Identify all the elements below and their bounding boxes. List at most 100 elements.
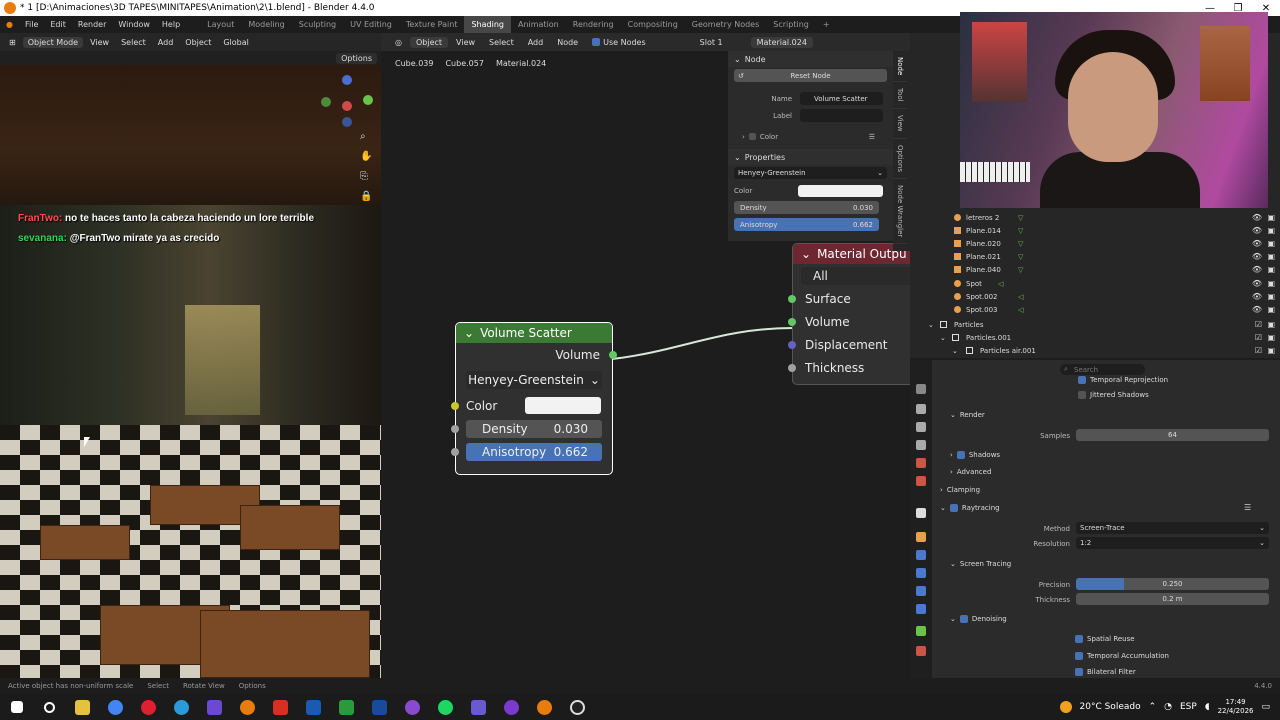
chevron-down-icon[interactable]: ⌄	[928, 321, 934, 329]
color-swatch[interactable]	[798, 184, 883, 197]
mode-selector[interactable]: Object Mode	[22, 36, 84, 48]
editor-type-icon[interactable]: ⊞	[4, 37, 21, 48]
camera-icon[interactable]: ▣	[1267, 265, 1275, 274]
density-field[interactable]: Density 0.030	[466, 420, 602, 438]
taskbar-app[interactable]	[495, 694, 528, 720]
volume-scatter-node[interactable]: ⌄ Volume Scatter Volume Henyey-Greenstei…	[451, 322, 617, 475]
taskbar-app[interactable]	[363, 694, 396, 720]
language-indicator[interactable]: ESP	[1180, 702, 1197, 712]
tab-modeling[interactable]: Modeling	[241, 16, 291, 33]
add-workspace-button[interactable]: +	[816, 16, 837, 33]
outliner-row[interactable]: ⌄ Particles air.001 ☑ ▣	[910, 344, 1280, 357]
precision-slider[interactable]: 0.250	[1076, 578, 1269, 590]
tab-node-wrangler[interactable]: Node Wrangler	[893, 179, 907, 244]
view-layer-tab-icon[interactable]	[916, 440, 926, 450]
weather-label[interactable]: 20°C Soleado	[1080, 702, 1141, 712]
outliner-row[interactable]: Spot.002 ◁ 👁 ▣	[910, 290, 1280, 303]
eye-icon[interactable]: 👁	[1252, 279, 1262, 288]
gizmo-neg-y-icon[interactable]	[321, 97, 331, 107]
eye-icon[interactable]: 👁	[1252, 305, 1262, 314]
tab-animation[interactable]: Animation	[511, 16, 566, 33]
options-dropdown[interactable]: Options	[336, 53, 377, 64]
tray-chevron-icon[interactable]: ⌃	[1149, 702, 1157, 712]
temporal-accumulation-checkbox[interactable]: Temporal Accumulation	[1075, 649, 1169, 663]
lock-icon[interactable]: 🔒	[360, 191, 372, 202]
tab-compositing[interactable]: Compositing	[621, 16, 685, 33]
taskbar-app[interactable]	[264, 694, 297, 720]
target-dropdown[interactable]: All	[801, 266, 910, 285]
gizmo-y-icon[interactable]	[363, 95, 373, 105]
taskbar-app[interactable]	[66, 694, 99, 720]
displacement-input-socket[interactable]	[788, 341, 796, 349]
label-field[interactable]	[800, 109, 883, 122]
density-input-socket[interactable]	[451, 425, 459, 433]
color-swatch[interactable]	[525, 397, 601, 414]
tab-options[interactable]: Options	[893, 139, 907, 179]
samples-field[interactable]: 64	[1076, 429, 1269, 441]
color-subpanel-row[interactable]: › Color ☰	[728, 128, 893, 145]
checkbox-icon[interactable]: ☑	[1255, 346, 1262, 355]
eye-icon[interactable]: 👁	[1252, 226, 1262, 235]
eye-icon[interactable]: 👁	[1252, 265, 1262, 274]
camera-icon[interactable]: ▣	[1267, 252, 1275, 261]
reset-node-button[interactable]: ↺ Reset Node	[734, 69, 887, 82]
tab-rendering[interactable]: Rendering	[566, 16, 621, 33]
chevron-down-icon[interactable]: ⌄	[940, 334, 946, 342]
start-button[interactable]	[0, 694, 33, 720]
list-icon[interactable]: ☰	[869, 133, 875, 141]
checkbox-icon[interactable]	[949, 504, 958, 512]
pan-hand-icon[interactable]: ✋	[360, 151, 372, 162]
node-header[interactable]: ⌄ Volume Scatter	[456, 323, 612, 343]
menu-add[interactable]: Add	[153, 37, 179, 48]
particles-tab-icon[interactable]	[916, 568, 926, 578]
taskbar-app[interactable]	[330, 694, 363, 720]
raytracing-panel-header[interactable]: ⌄ Raytracing	[940, 501, 1000, 515]
anisotropy-field[interactable]: Anisotropy 0.662	[466, 443, 602, 461]
tab-layout[interactable]: Layout	[200, 16, 241, 33]
collapse-chevron-icon[interactable]: ⌄	[464, 326, 474, 340]
menu-render[interactable]: Render	[72, 20, 112, 29]
wifi-icon[interactable]: ◔	[1164, 702, 1172, 712]
tool-tab-icon[interactable]	[916, 384, 926, 394]
gizmo-z-icon[interactable]	[342, 75, 352, 85]
menu-view[interactable]: View	[85, 37, 114, 48]
advanced-subpanel-header[interactable]: › Advanced	[950, 465, 991, 479]
list-icon[interactable]: ☰	[1244, 503, 1251, 512]
camera-icon[interactable]: ▣	[1267, 226, 1275, 235]
camera-icon[interactable]: ▣	[1267, 279, 1275, 288]
method-dropdown[interactable]: Screen-Trace ⌄	[1076, 522, 1269, 534]
outliner-row[interactable]: ⌄ Particles ☑ ▣	[910, 318, 1280, 331]
anisotropy-slider[interactable]: Anisotropy 0.662	[734, 218, 879, 231]
camera-icon[interactable]: ▣	[1267, 305, 1275, 314]
taskbar-app[interactable]	[528, 694, 561, 720]
thickness-field[interactable]: 0.2 m	[1076, 593, 1269, 605]
taskbar-app[interactable]	[462, 694, 495, 720]
tab-uv-editing[interactable]: UV Editing	[343, 16, 399, 33]
volume-icon[interactable]: ◖	[1205, 702, 1210, 712]
taskbar-app[interactable]	[198, 694, 231, 720]
color-input-socket[interactable]	[451, 402, 459, 410]
outliner-row[interactable]: Plane.020 ▽ 👁 ▣	[910, 237, 1280, 250]
camera-icon[interactable]: ▣	[1267, 239, 1275, 248]
density-slider[interactable]: Density 0.030	[734, 201, 879, 214]
menu-select[interactable]: Select	[116, 37, 151, 48]
camera-icon[interactable]: ▣	[1267, 346, 1275, 355]
render-tab-icon[interactable]	[916, 404, 926, 414]
checkbox-icon[interactable]: ☑	[1255, 333, 1262, 342]
constraints-tab-icon[interactable]	[916, 604, 926, 614]
properties-section-header[interactable]: ⌄ Properties	[728, 149, 893, 165]
data-tab-icon[interactable]	[916, 626, 926, 636]
clamping-panel-header[interactable]: › Clamping	[940, 483, 980, 497]
checkbox-icon[interactable]	[959, 615, 968, 623]
world-tab-icon[interactable]	[916, 476, 926, 486]
outliner-row[interactable]: Plane.014 ▽ 👁 ▣	[910, 224, 1280, 237]
orientation-selector[interactable]: Global	[218, 37, 254, 48]
taskbar-app[interactable]	[99, 694, 132, 720]
eye-icon[interactable]: 👁	[1252, 239, 1262, 248]
tab-tool[interactable]: Tool	[893, 82, 907, 109]
temporal-reprojection-checkbox[interactable]: Temporal Reprojection	[1078, 373, 1168, 387]
camera-icon[interactable]: ▣	[1267, 292, 1275, 301]
camera-icon[interactable]: ▣	[1267, 213, 1275, 222]
modifier-tab-icon[interactable]	[916, 550, 926, 560]
collection-tab-icon[interactable]	[916, 508, 926, 518]
